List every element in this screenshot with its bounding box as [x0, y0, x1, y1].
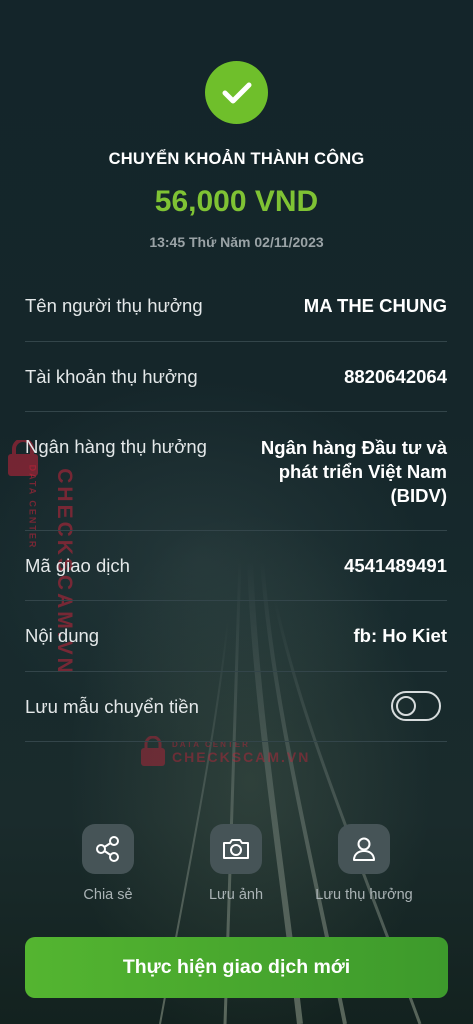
- save-beneficiary-button[interactable]: Lưu thụ hưởng: [309, 824, 419, 903]
- divider: [25, 530, 447, 531]
- detail-value: 4541489491: [344, 555, 447, 576]
- detail-value: 8820642064: [344, 366, 447, 387]
- save-template-toggle[interactable]: [391, 691, 441, 721]
- user-icon: [338, 824, 390, 874]
- detail-label: Nội dung: [25, 625, 100, 646]
- toggle-knob: [396, 696, 416, 716]
- divider: [25, 741, 447, 742]
- detail-row-beneficiary-account: Tài khoản thụ hưởng 8820642064: [25, 366, 447, 388]
- save-image-label: Lưu ảnh: [208, 887, 264, 903]
- detail-value: Ngân hàng Đầu tư và phát triển Việt Nam …: [261, 436, 447, 508]
- transfer-status-title: CHUYỂN KHOẢN THÀNH CÔNG: [108, 150, 365, 168]
- share-icon: [82, 824, 134, 874]
- transfer-datetime: 13:45 Thứ Năm 02/11/2023: [149, 234, 324, 250]
- share-button[interactable]: Chia sẻ: [53, 824, 163, 903]
- save-template-label: Lưu mẫu chuyển tiền: [25, 696, 199, 717]
- detail-label: Ngân hàng thụ hưởng: [25, 436, 207, 457]
- transfer-amount: 56,000 VND: [154, 185, 319, 218]
- save-template-row: Lưu mẫu chuyển tiền: [25, 696, 447, 718]
- detail-label: Tài khoản thụ hưởng: [25, 366, 198, 387]
- detail-value: fb: Ho Kiet: [353, 625, 447, 646]
- detail-row-beneficiary-name: Tên người thụ hưởng MA THE CHUNG: [25, 295, 447, 317]
- new-transaction-button[interactable]: Thực hiện giao dịch mới: [25, 937, 448, 998]
- bank-name-line: phát triển Việt Nam: [278, 461, 447, 482]
- save-beneficiary-label: Lưu thụ hưởng: [315, 887, 413, 903]
- detail-row-content: Nội dung fb: Ho Kiet: [25, 625, 447, 647]
- detail-value: MA THE CHUNG: [303, 295, 447, 316]
- bank-name-line: (BIDV): [390, 485, 447, 506]
- share-label: Chia sẻ: [83, 887, 133, 903]
- detail-row-beneficiary-bank: Ngân hàng thụ hưởng Ngân hàng Đầu tư và …: [25, 436, 447, 508]
- divider: [25, 600, 447, 601]
- detail-label: Tên người thụ hưởng: [25, 295, 203, 316]
- save-image-button[interactable]: Lưu ảnh: [181, 824, 291, 903]
- camera-icon: [210, 824, 262, 874]
- detail-row-transaction-id: Mã giao dịch 4541489491: [25, 555, 447, 577]
- bank-name-line: Ngân hàng Đầu tư và: [260, 437, 447, 458]
- divider: [25, 411, 447, 412]
- detail-label: Mã giao dịch: [25, 555, 130, 576]
- watermark-center-brand: CHECKSCAM.VN: [172, 748, 311, 765]
- success-check-icon: [205, 61, 268, 124]
- divider: [25, 671, 447, 672]
- divider: [25, 341, 447, 342]
